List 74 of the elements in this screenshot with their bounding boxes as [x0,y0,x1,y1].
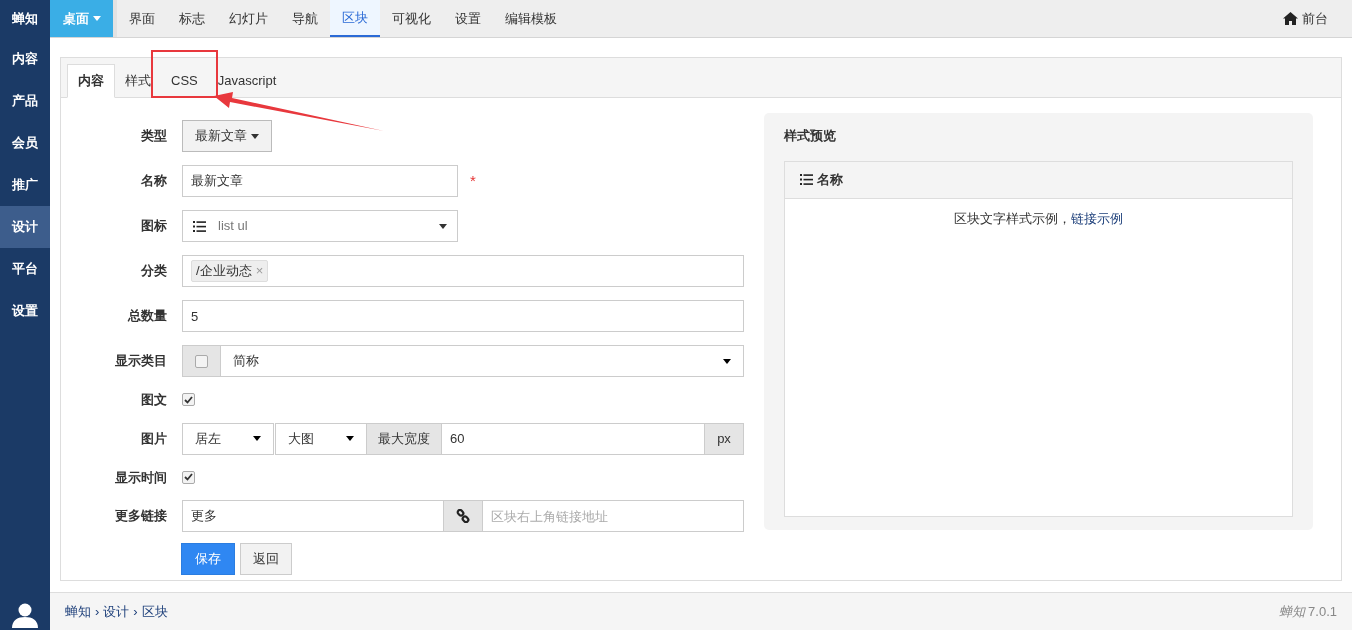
home-icon [1283,12,1298,25]
sidebar-item[interactable]: 会员 [0,122,50,164]
top-nav-item[interactable]: 幻灯片 [217,0,280,37]
sidebar-item[interactable]: 设计 [0,206,50,248]
user-avatar-icon[interactable] [12,602,38,628]
sample-link[interactable]: 链接示例 [1071,210,1123,226]
breadcrumb-link[interactable]: 区块 [141,601,168,622]
field-label: 显示类目 [114,352,167,371]
sidebar-item[interactable]: 推广 [0,164,50,206]
text-field[interactable]: 最新文章 [182,165,458,197]
block-title: 名称 [817,170,843,189]
link-icon [456,509,470,523]
frontend-link[interactable]: 前台 [1283,0,1352,37]
unit-addon: px [705,422,744,455]
more-text-field[interactable]: 更多 [182,500,444,532]
top-nav-item[interactable]: 区块 [330,0,380,37]
caret-icon [92,16,101,21]
size-select[interactable]: 大图 [275,422,367,455]
align-select[interactable]: 居左 [182,422,274,455]
field-label: 总数量 [126,307,167,326]
sidebar-item[interactable]: 设置 [0,290,50,332]
tag-field[interactable]: /企业动态 × [182,255,744,287]
block-sample-text: 区块文字样式示例，链接示例 [953,209,1124,228]
top-nav-item[interactable]: 标志 [167,0,217,37]
checkbox[interactable] [195,354,208,368]
top-nav-item[interactable]: 界面 [117,0,167,37]
tab[interactable]: Javascript [207,64,287,97]
max-width-addon: 最大宽度 [367,422,442,455]
sidebar-item[interactable]: 平台 [0,248,50,290]
breadcrumb-separator: › [133,602,138,621]
sidebar-item[interactable]: 产品 [0,80,50,122]
breadcrumb-separator: › [95,602,100,621]
field-label: 更多链接 [114,507,167,526]
tab[interactable]: 内容 [67,64,115,98]
caret-icon [253,436,261,441]
field-label: 显示时间 [114,468,167,487]
caret-icon [251,133,259,139]
tab[interactable]: CSS [161,64,208,97]
sidebar-item[interactable]: 内容 [0,38,50,80]
preview-title: 样式预览 [784,127,837,145]
caret-icon [723,358,731,364]
caret-icon [346,436,354,441]
category-select[interactable]: 简称 [221,345,744,377]
link-url-field[interactable]: 区块右上角链接地址 [483,500,744,532]
checkbox[interactable] [182,393,195,407]
required-mark: * [470,170,476,191]
version-logo: 蝉知 [1279,602,1306,621]
list-icon [193,220,206,232]
select-value: list ul [218,217,249,236]
checkbox[interactable] [182,470,195,484]
version-number: 7.0.1 [1308,602,1337,621]
top-nav-item[interactable]: 可视化 [380,0,443,37]
top-nav-item[interactable]: 编辑模板 [493,0,569,37]
save-button[interactable]: 保存 [181,543,235,575]
text-field[interactable]: 5 [182,300,744,332]
top-nav-item[interactable]: 导航 [280,0,330,37]
breadcrumb-link[interactable]: 设计 [103,601,130,622]
type-dropdown[interactable]: 最新文章 [182,120,272,152]
breadcrumb-link[interactable]: 蝉知 [65,601,91,622]
category-tag: /企业动态 × [191,260,269,282]
field-label: 分类 [140,262,167,281]
field-label: 图标 [140,217,167,236]
list-icon [800,174,813,185]
tab[interactable]: 样式 [115,64,161,97]
icon-select[interactable]: list ul [182,210,458,242]
back-button[interactable]: 返回 [240,543,292,575]
caret-icon [439,223,447,229]
top-nav-item[interactable]: 设置 [443,0,493,37]
field-label: 类型 [140,127,167,146]
field-label: 图片 [140,429,167,448]
field-label: 图文 [140,391,167,409]
field-label: 名称 [140,172,167,191]
brand-logo[interactable]: 蝉知 [0,0,50,38]
max-width-field[interactable]: 60 [442,422,705,455]
